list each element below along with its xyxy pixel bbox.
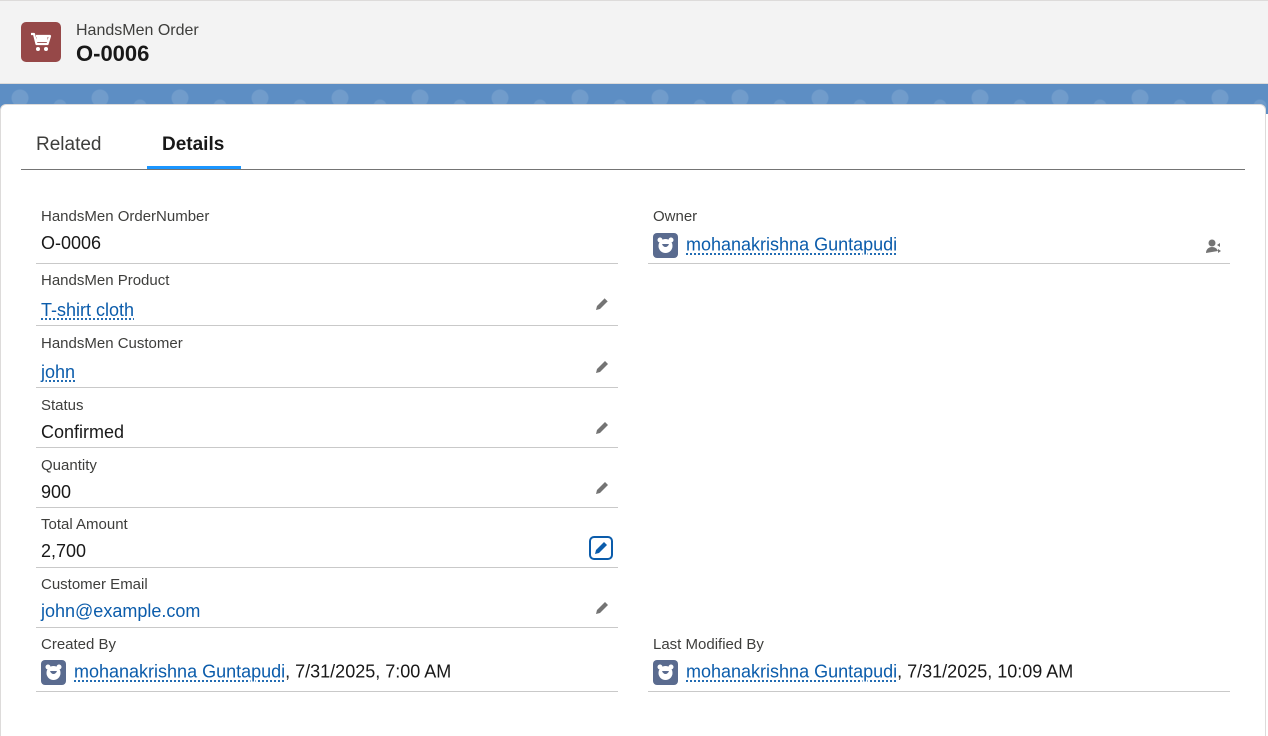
owner-user-link[interactable]: mohanakrishna Guntapudi xyxy=(686,234,897,254)
record-header: HandsMen Order O-0006 xyxy=(0,0,1268,84)
tab-bar: Related Details xyxy=(21,104,1245,170)
field-label: Created By xyxy=(41,636,116,653)
object-type-label: HandsMen Order xyxy=(76,22,199,40)
cart-icon xyxy=(21,22,61,62)
field-label: Customer Email xyxy=(41,576,148,593)
field-value: Confirmed xyxy=(41,422,124,443)
field-label: Total Amount xyxy=(41,516,128,533)
edit-pencil-icon[interactable] xyxy=(591,477,613,499)
field-owner: Owner mohanakrishna Guntapudi xyxy=(648,202,1230,264)
record-title: O-0006 xyxy=(76,41,149,67)
field-customer-email: Customer Email john@example.com xyxy=(36,568,618,628)
field-status: Status Confirmed xyxy=(36,388,618,448)
created-by-user-link[interactable]: mohanakrishna Guntapudi xyxy=(74,661,285,681)
field-product: HandsMen Product T-shirt cloth xyxy=(36,264,618,326)
owner-value: mohanakrishna Guntapudi xyxy=(653,233,897,258)
field-label: Status xyxy=(41,397,84,414)
active-tab-indicator xyxy=(147,166,241,169)
field-customer: HandsMen Customer john xyxy=(36,326,618,388)
field-value: 900 xyxy=(41,482,71,503)
email-link[interactable]: john@example.com xyxy=(41,601,200,622)
last-modified-date: , 7/31/2025, 10:09 AM xyxy=(897,661,1073,681)
field-label: HandsMen OrderNumber xyxy=(41,208,209,225)
created-by-value: mohanakrishna Guntapudi, 7/31/2025, 7:00… xyxy=(41,660,451,685)
created-date: , 7/31/2025, 7:00 AM xyxy=(285,661,451,681)
field-label: Quantity xyxy=(41,457,97,474)
last-modified-value: mohanakrishna Guntapudi, 7/31/2025, 10:0… xyxy=(653,660,1073,685)
field-created-by: Created By mohanakrishna Guntapudi, 7/31… xyxy=(36,628,618,692)
product-link[interactable]: T-shirt cloth xyxy=(41,300,134,321)
field-value: 2,700 xyxy=(41,541,86,562)
field-label: Owner xyxy=(653,208,697,225)
field-label: Last Modified By xyxy=(653,636,764,653)
user-avatar-icon xyxy=(653,660,678,685)
field-total-amount: Total Amount 2,700 xyxy=(36,508,618,568)
field-order-number: HandsMen OrderNumber O-0006 xyxy=(36,202,618,264)
field-last-modified-by: Last Modified By mohanakrishna Guntapudi… xyxy=(648,628,1230,692)
last-modified-user-link[interactable]: mohanakrishna Guntapudi xyxy=(686,661,897,681)
field-label: HandsMen Product xyxy=(41,272,169,289)
tab-related[interactable]: Related xyxy=(36,134,102,156)
edit-pencil-icon[interactable] xyxy=(591,356,613,378)
edit-pencil-icon[interactable] xyxy=(591,293,613,315)
edit-pencil-icon[interactable] xyxy=(591,417,613,439)
edit-pencil-icon[interactable] xyxy=(591,597,613,619)
edit-pencil-icon[interactable] xyxy=(589,536,613,560)
customer-link[interactable]: john xyxy=(41,362,75,383)
change-owner-icon[interactable] xyxy=(1203,235,1225,257)
user-avatar-icon xyxy=(653,233,678,258)
tab-details[interactable]: Details xyxy=(162,134,224,156)
user-avatar-icon xyxy=(41,660,66,685)
field-quantity: Quantity 900 xyxy=(36,448,618,508)
field-label: HandsMen Customer xyxy=(41,335,183,352)
field-value: O-0006 xyxy=(41,233,101,254)
